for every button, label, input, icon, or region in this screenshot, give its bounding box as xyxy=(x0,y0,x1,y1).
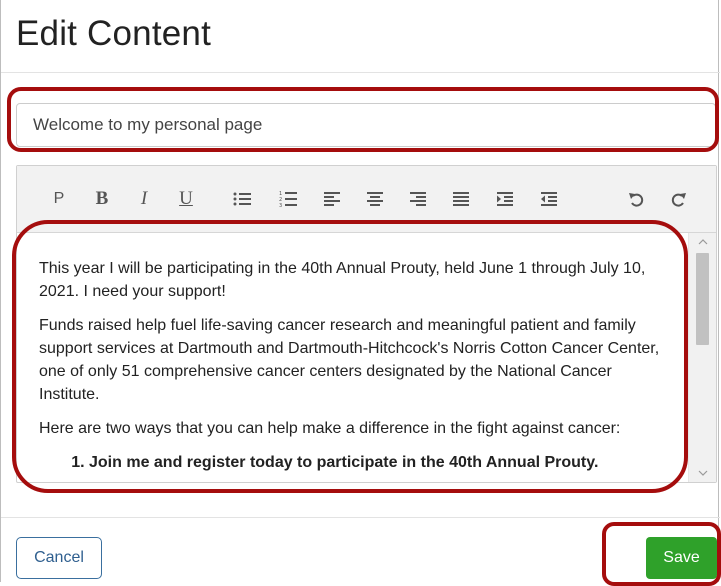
svg-text:3: 3 xyxy=(279,203,282,208)
content-paragraph: This year I will be participating in the… xyxy=(39,260,646,300)
bullet-list-icon[interactable] xyxy=(227,184,257,214)
paragraph-button[interactable]: P xyxy=(44,184,74,214)
indent-icon[interactable] xyxy=(490,184,520,214)
scroll-down-icon[interactable] xyxy=(689,464,716,482)
align-center-icon[interactable] xyxy=(360,184,390,214)
outdent-icon[interactable] xyxy=(534,184,564,214)
editor-toolbar: P B I U 123 xyxy=(17,166,716,233)
rich-text-editor: P B I U 123 This year I will be particip… xyxy=(16,165,717,483)
content-paragraph: Here are two ways that you can help make… xyxy=(39,420,621,437)
align-right-icon[interactable] xyxy=(403,184,433,214)
scroll-thumb[interactable] xyxy=(696,253,709,345)
scroll-up-icon[interactable] xyxy=(689,233,716,251)
save-button[interactable]: Save xyxy=(646,537,717,579)
dialog-title: Edit Content xyxy=(16,14,212,53)
redo-icon[interactable] xyxy=(664,184,694,214)
align-justify-icon[interactable] xyxy=(446,184,476,214)
italic-button[interactable]: I xyxy=(129,184,159,214)
numbered-list-icon[interactable]: 123 xyxy=(273,184,303,214)
underline-button[interactable]: U xyxy=(171,184,201,214)
editor-content-area[interactable]: This year I will be participating in the… xyxy=(17,233,688,482)
page-title-input[interactable] xyxy=(16,103,716,147)
header-divider xyxy=(1,72,720,73)
cancel-button[interactable]: Cancel xyxy=(16,537,102,579)
edit-content-dialog: Edit Content P B I U 123 xyxy=(0,0,720,582)
content-ordered-list: Join me and register today to participat… xyxy=(39,451,660,474)
footer-divider xyxy=(1,517,720,518)
editor-scrollbar[interactable] xyxy=(688,233,716,482)
list-item: Join me and register today to participat… xyxy=(89,451,660,474)
align-left-icon[interactable] xyxy=(317,184,347,214)
content-paragraph: Funds raised help fuel life-saving cance… xyxy=(39,317,660,403)
undo-icon[interactable] xyxy=(621,184,651,214)
bold-button[interactable]: B xyxy=(87,184,117,214)
